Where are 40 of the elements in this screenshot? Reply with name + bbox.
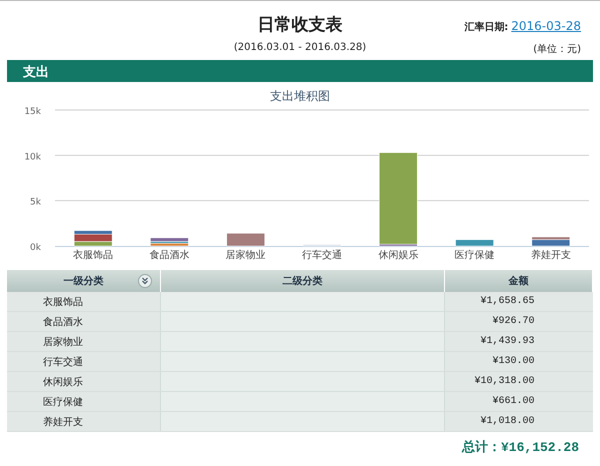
table-cell: ¥661.00: [444, 392, 592, 412]
table-cell: 医疗保健: [7, 392, 160, 412]
table-cell: 养娃开支: [7, 412, 160, 432]
axis-label: 15k: [24, 107, 41, 117]
rate-label: 汇率日期:: [464, 20, 508, 34]
total-amount: 总计：¥16,152.28: [460, 439, 580, 456]
table-cell: 衣服饰品: [7, 292, 160, 312]
table-cell: ¥1,018.00: [444, 412, 592, 432]
bar: [226, 233, 265, 246]
table-cell: ¥926.70: [444, 312, 592, 332]
table-cell: 居家物业: [7, 332, 160, 352]
report-title: 日常收支表: [258, 14, 342, 36]
axis-label: 5k: [30, 198, 41, 208]
date-range: (2016.03.01 - 2016.03.28): [234, 42, 366, 55]
bar: [455, 239, 494, 246]
section-header: 支出: [7, 60, 593, 82]
column-header-text: 二级分类: [282, 274, 322, 288]
chart-title: 支出堆积图: [270, 89, 330, 103]
axis-label: 养娃开支: [530, 250, 571, 261]
table-cell: ¥10,318.00: [444, 372, 592, 392]
bar: [302, 244, 342, 246]
axis-label: 行车交通: [302, 250, 342, 261]
column-header-text: 金额: [508, 274, 528, 288]
axis-label: 10k: [24, 152, 41, 162]
rate-date-link[interactable]: 2016-03-28: [511, 19, 581, 33]
axis-label: 医疗保健: [454, 250, 495, 261]
column-header-text: 一级分类: [64, 274, 104, 288]
table-cell: ¥130.00: [444, 352, 592, 372]
axis-label: 休闲娱乐: [378, 250, 418, 261]
table-cell: 休闲娱乐: [7, 372, 160, 392]
axis-label: 0k: [30, 243, 41, 253]
table-cell: 行车交通: [7, 352, 160, 372]
table-cell: ¥1,439.93: [444, 332, 592, 352]
collapse-icon[interactable]: [138, 274, 152, 288]
table-cell: ¥1,658.65: [444, 292, 592, 312]
axis-label: 食品酒水: [149, 250, 190, 261]
axis-label: 衣服饰品: [73, 250, 114, 261]
axis-label: 居家物业: [226, 250, 266, 261]
table-cell: 食品酒水: [7, 312, 160, 332]
unit-label: (单位：元): [533, 42, 582, 56]
